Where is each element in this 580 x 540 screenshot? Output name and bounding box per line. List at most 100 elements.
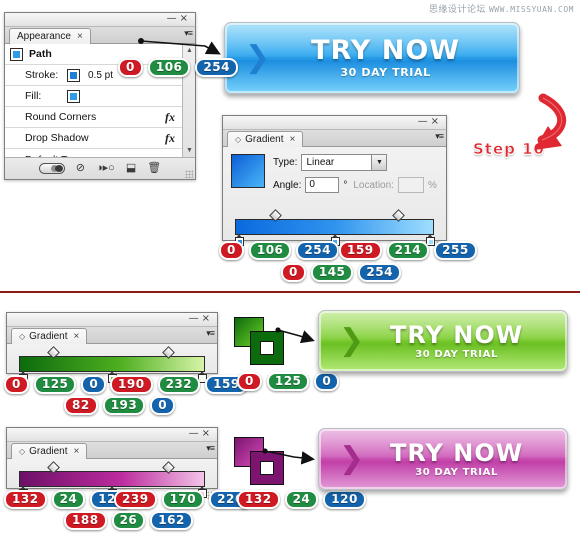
minimize-icon[interactable]: —: [189, 428, 202, 439]
minimize-icon[interactable]: —: [418, 116, 431, 127]
gradient-green-window-buttons[interactable]: —×: [189, 313, 213, 325]
gradient-preview-swatch[interactable]: [231, 154, 265, 188]
path-swatch[interactable]: [10, 47, 23, 61]
tab-gradient-purple[interactable]: ◇ Gradient ×: [11, 443, 88, 460]
watermark: 思缘设计论坛 WWW.MISSYUAN.COM: [429, 2, 574, 15]
panel-menu-icon[interactable]: ▾≡: [184, 29, 193, 38]
new-art-icon[interactable]: ⬓: [126, 163, 136, 174]
tab-gradient-blue[interactable]: ◇ Gradient ×: [227, 131, 304, 148]
tab-close-icon[interactable]: ×: [77, 29, 83, 45]
appearance-tabrow: Appearance × ▾≡: [5, 27, 195, 45]
fx-icon[interactable]: fx: [165, 131, 175, 146]
rgb-badges-purple-mid: 188 26 162: [64, 511, 193, 530]
gradient-tab-icon: ◇: [235, 135, 242, 144]
badge-r: 0: [281, 263, 306, 282]
close-icon[interactable]: ×: [202, 428, 213, 439]
rgb-badges-green-start: 0 125 0: [4, 375, 107, 394]
try-now-button-blue[interactable]: ❯ TRY NOW 30 DAY TRIAL: [224, 22, 520, 94]
panel-menu-icon[interactable]: ▾≡: [206, 329, 215, 338]
gradient-panel-blue[interactable]: —× ◇ Gradient × ▾≡ Type: Linear ▼ Angle:…: [222, 115, 447, 249]
trash-icon[interactable]: 🗑: [147, 163, 161, 174]
badge-r: 0: [237, 372, 262, 391]
gradient-slider-blue[interactable]: [235, 209, 444, 249]
tab-appearance[interactable]: Appearance ×: [9, 28, 91, 45]
gradient-angle-row: Angle: 0 ° Location: %: [273, 177, 438, 193]
tab-gradient-label: Gradient: [245, 134, 284, 145]
stroke-swatch-inner: [260, 341, 274, 355]
minimize-icon[interactable]: —: [189, 313, 202, 324]
gradient-ramp[interactable]: [235, 219, 434, 235]
gradient-angle-input[interactable]: 0: [305, 177, 340, 193]
color-swatch-pair-green[interactable]: [234, 317, 286, 365]
appearance-row-round-corners[interactable]: Round Corners fx: [5, 107, 195, 128]
tab-close-icon[interactable]: ×: [74, 329, 80, 345]
gradient-type-select[interactable]: Linear ▼: [301, 154, 388, 171]
gradient-location-input[interactable]: [397, 177, 424, 193]
gradient-type-value: Linear: [306, 157, 335, 168]
appearance-row-stroke-label: Stroke:: [25, 69, 59, 81]
no-entry-icon[interactable]: ⊘: [76, 163, 85, 174]
stroke-swatch-green[interactable]: [250, 331, 284, 365]
rgb-badges-green-end: 190 232 159: [110, 375, 248, 394]
gradient-blue-body: Type: Linear ▼ Angle: 0 ° Location: %: [223, 147, 446, 249]
badge-r: 239: [114, 490, 157, 509]
scroll-down-icon[interactable]: ▼: [183, 144, 196, 157]
try-now-button-purple[interactable]: ❯ TRY NOW 30 DAY TRIAL: [318, 428, 568, 490]
button-text-green: TRY NOW 30 DAY TRIAL: [370, 322, 543, 360]
button-headline: TRY NOW: [311, 35, 461, 66]
scroll-up-icon[interactable]: ▲: [183, 44, 196, 57]
gradient-purple-body: [7, 459, 217, 499]
rgb-badges-blue-end: 159 214 255: [339, 241, 477, 260]
tab-close-icon[interactable]: ×: [74, 444, 80, 460]
tab-gradient-green[interactable]: ◇ Gradient ×: [11, 328, 88, 345]
resize-grip[interactable]: [185, 170, 193, 178]
close-icon[interactable]: ×: [202, 313, 213, 324]
panel-menu-icon[interactable]: ▾≡: [435, 132, 444, 141]
gradient-ramp[interactable]: [19, 471, 205, 487]
appearance-panel[interactable]: —× Appearance × ▾≡ Path Stroke: 0.5 pt F…: [4, 12, 196, 180]
badge-g: 170: [161, 490, 205, 509]
color-swatch-pair-purple[interactable]: [234, 437, 286, 485]
gradient-purple-window-buttons[interactable]: —×: [189, 428, 213, 440]
close-icon[interactable]: ×: [180, 13, 191, 24]
tab-close-icon[interactable]: ×: [290, 132, 296, 148]
gradient-tab-icon: ◇: [19, 447, 26, 456]
appearance-window-buttons[interactable]: —×: [167, 13, 191, 25]
minimize-icon[interactable]: —: [167, 13, 180, 24]
gradient-purple-titlebar: —×: [7, 428, 217, 442]
tutorial-screenshot: 思缘设计论坛 WWW.MISSYUAN.COM —× Appearance × …: [0, 0, 580, 540]
appearance-row-fill[interactable]: Fill:: [5, 86, 195, 107]
fill-swatch[interactable]: [67, 89, 80, 103]
gradient-panel-purple[interactable]: —× ◇ Gradient × ▾≡: [6, 427, 218, 499]
try-now-button-green[interactable]: ❯ TRY NOW 30 DAY TRIAL: [318, 310, 568, 372]
chevron-right-icon: ❯: [339, 441, 365, 476]
appearance-row-drop-shadow[interactable]: Drop Shadow fx: [5, 128, 195, 149]
duplicate-appearance-icon[interactable]: ◑▸○: [96, 163, 115, 174]
appearance-row-path-label: Path: [29, 48, 52, 60]
badge-r: 190: [110, 375, 153, 394]
toggle-pill-icon[interactable]: [38, 163, 65, 174]
gradient-ramp[interactable]: [19, 356, 205, 372]
badge-r: 132: [237, 490, 280, 509]
badge-r: 132: [4, 490, 47, 509]
badge-b: 162: [150, 511, 193, 530]
stroke-swatch[interactable]: [67, 68, 80, 82]
appearance-footer-toolbar[interactable]: ⊘ ◑▸○ ⬓ 🗑: [5, 157, 195, 179]
stroke-swatch-purple[interactable]: [250, 451, 284, 485]
fx-icon[interactable]: fx: [165, 110, 175, 125]
gradient-type-label: Type:: [273, 157, 298, 168]
chevron-down-icon[interactable]: ▼: [371, 155, 387, 170]
gradient-green-tabrow: ◇ Gradient × ▾≡: [7, 327, 217, 345]
stroke-weight-value[interactable]: 0.5 pt: [88, 70, 113, 81]
rgb-badges-purple-swatch: 132 24 120: [237, 490, 366, 509]
chevron-right-icon: ❯: [245, 40, 271, 75]
panel-menu-icon[interactable]: ▾≡: [206, 444, 215, 453]
button-text-purple: TRY NOW 30 DAY TRIAL: [370, 440, 543, 478]
badge-g: 24: [284, 490, 319, 509]
badge-r: 0: [118, 58, 143, 77]
gradient-panel-green[interactable]: —× ◇ Gradient × ▾≡: [6, 312, 218, 384]
gradient-angle-label: Angle:: [273, 179, 302, 191]
close-icon[interactable]: ×: [431, 116, 442, 127]
badge-b: 254: [296, 241, 339, 260]
gradient-blue-window-buttons[interactable]: —×: [418, 116, 442, 128]
